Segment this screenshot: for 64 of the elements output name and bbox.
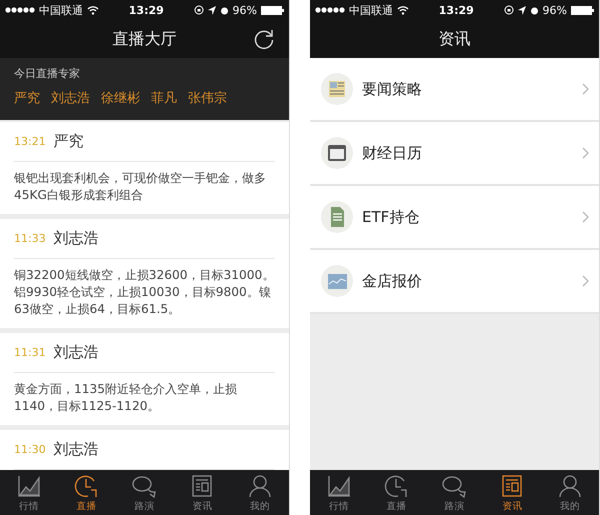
battery-icon (571, 6, 594, 14)
post-text: 黄金方面，1135附近轻仓介入空单，止损1140，目标1125-1120。 (13, 381, 238, 415)
tab[interactable]: 路演 (119, 470, 170, 515)
menu-label: 财经日历 (362, 144, 423, 162)
post-author: 刘志浩 (54, 229, 99, 248)
post-time: 13:21 (14, 135, 46, 148)
rotation-lock-icon (504, 5, 514, 15)
menu-label: ETF持仓 (362, 208, 420, 226)
calendar-icon (320, 136, 354, 170)
wifi-icon (87, 6, 99, 14)
expert-link[interactable]: 徐继彬 (101, 89, 140, 107)
tab[interactable]: 我的 (235, 470, 286, 515)
carrier-name: 中国联通 (39, 2, 83, 18)
chevron-icon (582, 147, 589, 159)
screen-title: 直播大厅 (112, 28, 176, 50)
screen-title: 资讯 (438, 28, 470, 50)
signal-icon (315, 7, 345, 13)
menu-label: 金店报价 (362, 272, 423, 290)
newspaper-icon (320, 72, 354, 106)
menu-row[interactable]: 要闻策略 (310, 58, 599, 122)
expert-link[interactable]: 严究 (14, 89, 40, 107)
post-time: 11:31 (14, 346, 46, 359)
tab[interactable]: 路演 (429, 470, 480, 515)
chevron-icon (582, 83, 589, 95)
price-chart-icon (320, 264, 354, 298)
battery-percent: 96% (232, 4, 257, 16)
tab[interactable]: 我的 (545, 470, 596, 515)
tab[interactable]: 行情 (314, 470, 364, 515)
expert-link[interactable]: 张伟宗 (188, 89, 227, 107)
menu-label: 要闻策略 (362, 80, 423, 98)
user-icon (557, 472, 584, 498)
signal-icon (5, 7, 35, 13)
chevron-icon (582, 211, 589, 223)
battery-percent: 96% (542, 4, 567, 16)
tab[interactable]: 直播 (372, 470, 422, 515)
tab[interactable]: 资讯 (487, 470, 538, 515)
rotation-lock-icon (194, 5, 204, 15)
post-author: 严究 (54, 132, 84, 151)
post-author: 刘志浩 (54, 343, 99, 362)
post-author: 刘志浩 (54, 440, 99, 459)
battery-icon (261, 6, 284, 14)
tab[interactable]: 资讯 (177, 470, 228, 515)
carrier-name: 中国联通 (349, 2, 393, 18)
wifi-icon (397, 6, 409, 14)
tab[interactable]: 行情 (4, 470, 54, 515)
post-time: 11:33 (14, 232, 46, 245)
menu-row[interactable]: 金店报价 (310, 250, 599, 314)
location-icon (518, 6, 526, 14)
user-icon (247, 472, 274, 498)
location-icon (208, 6, 216, 14)
menu-row[interactable]: ETF持仓 (310, 186, 599, 250)
menu-row[interactable]: 财经日历 (310, 122, 599, 186)
refresh-icon[interactable] (253, 28, 275, 50)
post-text: 铜32200短线做空，止损32600，目标31000。铝9930轻仓试空，止损10030，目标9800。镍63做空，止损64，目标61.5。 (13, 267, 276, 318)
document-icon (320, 200, 354, 234)
expert-link[interactable]: 刘志浩 (51, 89, 90, 107)
section-label: 今日直播专家 (14, 66, 81, 81)
clock-time: 13:29 (128, 4, 164, 16)
post-time: 11:30 (14, 443, 46, 456)
clock-time: 13:29 (438, 4, 474, 16)
tab[interactable]: 直播 (62, 470, 112, 515)
post-text: 银钯出现套利机会，可现价做空一手钯金，做多45KG白银形成套利组合 (13, 170, 267, 204)
chevron-icon (582, 275, 589, 287)
expert-link[interactable]: 菲凡 (151, 89, 177, 107)
